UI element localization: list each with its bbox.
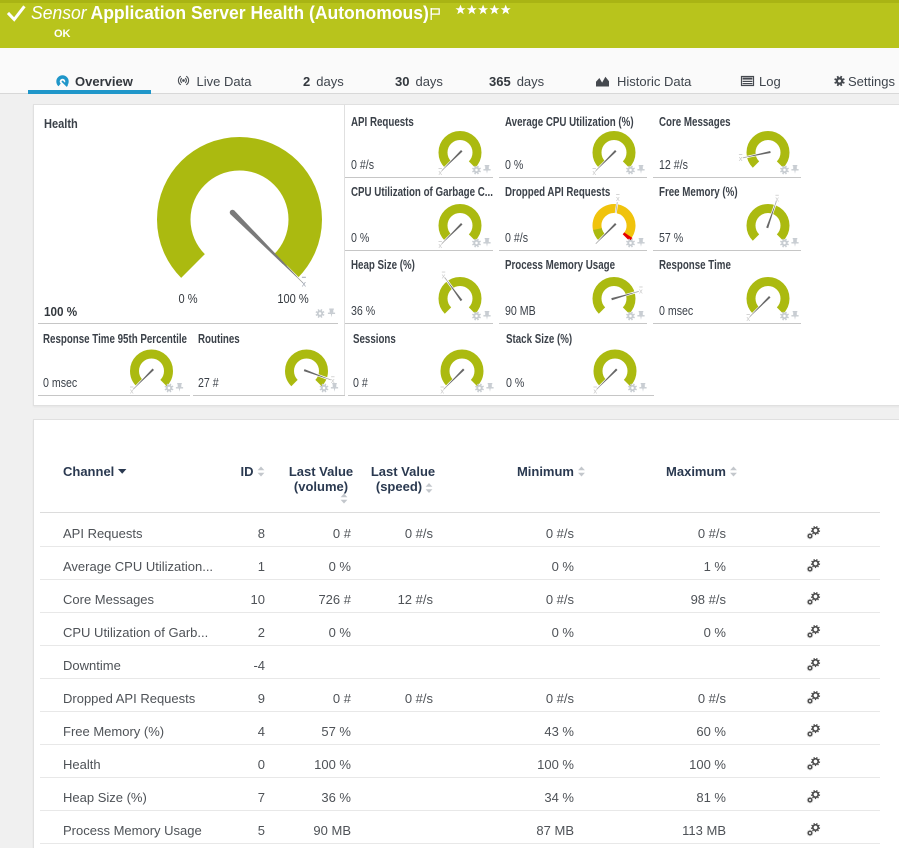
svg-text:x: x	[440, 386, 444, 395]
svg-text:x: x	[739, 154, 743, 163]
svg-text:x: x	[130, 386, 134, 395]
svg-text:x: x	[616, 194, 620, 203]
svg-text:x: x	[302, 278, 307, 288]
svg-text:x: x	[442, 271, 446, 280]
svg-text:x: x	[746, 314, 750, 323]
svg-text:x: x	[438, 241, 442, 250]
svg-text:x: x	[639, 286, 643, 295]
svg-text:x: x	[593, 386, 597, 395]
svg-text:x: x	[592, 168, 596, 177]
svg-text:x: x	[775, 195, 779, 204]
svg-text:x: x	[438, 168, 442, 177]
